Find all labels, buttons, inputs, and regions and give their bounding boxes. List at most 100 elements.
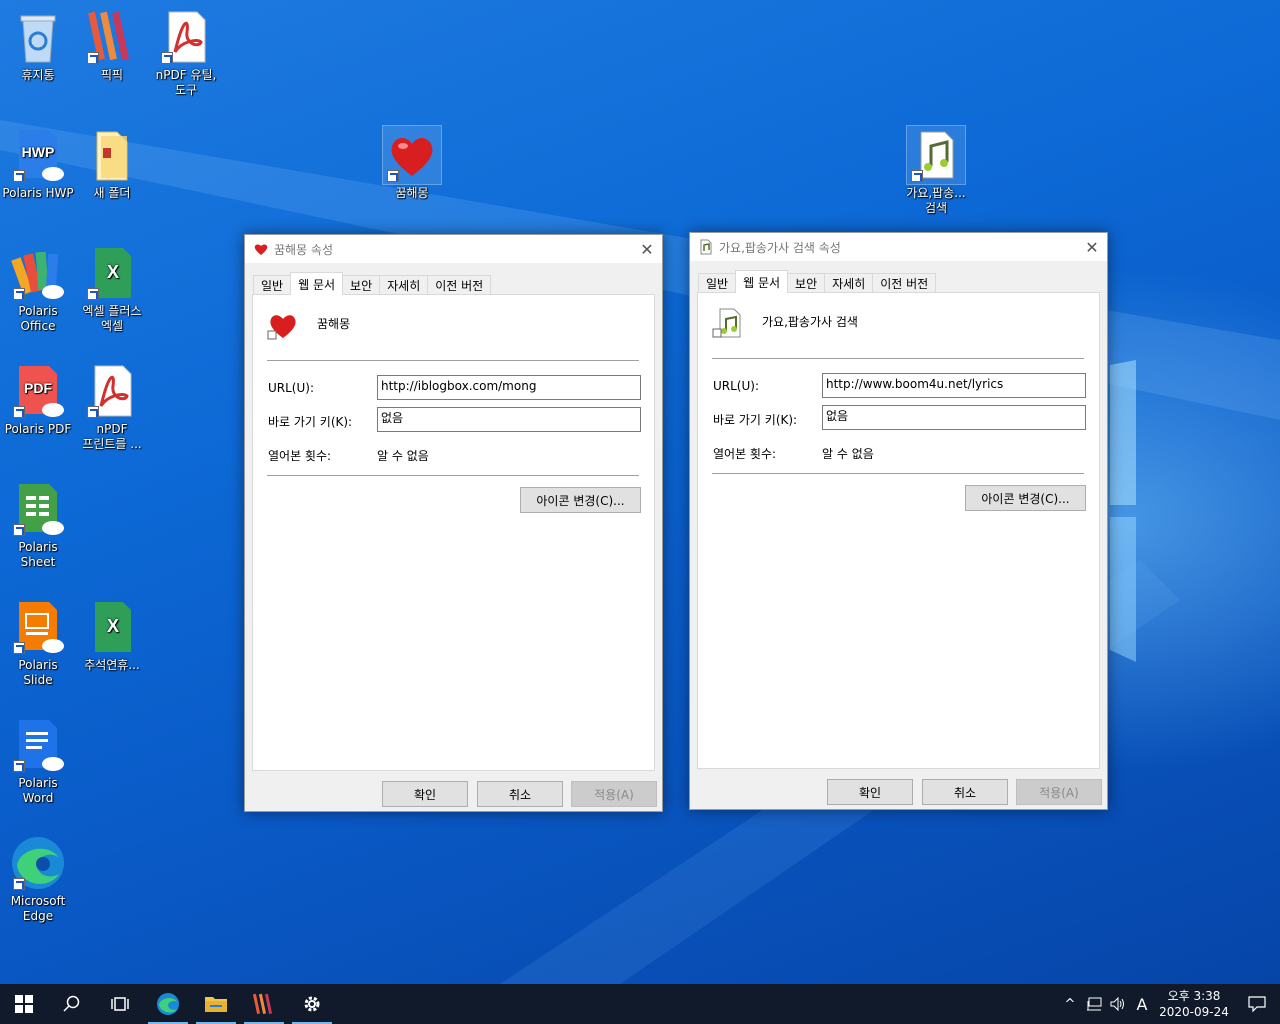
music-file-icon bbox=[700, 239, 712, 255]
ok-button[interactable]: 확인 bbox=[382, 781, 468, 807]
excel-file-icon: X bbox=[95, 602, 131, 652]
cancel-button[interactable]: 취소 bbox=[477, 781, 563, 807]
taskbar-settings[interactable] bbox=[288, 984, 336, 1024]
tab-web-document[interactable]: 웹 문서 bbox=[290, 272, 344, 295]
desktop-icon-polaris-word[interactable]: Polaris Word bbox=[2, 716, 74, 806]
heart-icon bbox=[254, 244, 268, 255]
dialog-title: 꿈해몽 속성 bbox=[274, 242, 334, 257]
tab-web-document[interactable]: 웹 문서 bbox=[735, 270, 789, 293]
windows-logo-icon bbox=[15, 995, 33, 1013]
show-hidden-icons-button[interactable]: ^ bbox=[1058, 997, 1082, 1012]
url-label: URL(U): bbox=[713, 379, 759, 393]
taskbar-edge[interactable] bbox=[144, 984, 192, 1024]
shortcut-name: 가요,팝송가사 검색 bbox=[762, 315, 858, 329]
tab-previous-versions[interactable]: 이전 버전 bbox=[872, 273, 937, 292]
network-icon bbox=[1087, 997, 1102, 1011]
desktop-icon-new-folder[interactable]: 새 폴더 bbox=[76, 126, 148, 201]
visits-value: 알 수 없음 bbox=[822, 447, 874, 461]
close-button[interactable]: ✕ bbox=[632, 235, 662, 263]
music-file-icon bbox=[712, 308, 741, 338]
visits-label: 열어본 횟수: bbox=[713, 447, 777, 461]
notification-icon bbox=[1248, 996, 1266, 1012]
url-input[interactable]: http://www.boom4u.net/lyrics bbox=[822, 373, 1086, 398]
desktop-icon-recycle-bin[interactable]: 휴지통 bbox=[2, 8, 74, 83]
dialog-titlebar[interactable]: 꿈해몽 속성 ✕ bbox=[245, 235, 662, 263]
url-input[interactable]: http://iblogbox.com/mong bbox=[377, 375, 641, 400]
chevron-up-icon: ^ bbox=[1064, 996, 1076, 1012]
desktop-icon-label: 가요,팝송... 검색 bbox=[906, 186, 966, 215]
tab-details[interactable]: 자세히 bbox=[824, 273, 874, 292]
close-icon: ✕ bbox=[1085, 237, 1099, 257]
dialog-titlebar[interactable]: 가요,팝송가사 검색 속성 ✕ bbox=[690, 233, 1107, 261]
desktop-icon-label: nPDF 유틸,도구 bbox=[155, 68, 217, 97]
desktop-icon-polaris-sheet[interactable]: Polaris Sheet bbox=[2, 480, 74, 570]
tab-details[interactable]: 자세히 bbox=[379, 275, 429, 294]
properties-dialog-dream[interactable]: 꿈해몽 속성 ✕ 일반 웹 문서 보안 자세히 이전 버전 꿈해몽 URL(U)… bbox=[244, 234, 663, 812]
cancel-button[interactable]: 취소 bbox=[922, 779, 1008, 805]
tab-security[interactable]: 보안 bbox=[342, 275, 381, 294]
desktop-icon-polaris-hwp[interactable]: HWP Polaris HWP bbox=[2, 126, 74, 201]
clock[interactable]: 오후 3:38 2020-09-24 bbox=[1154, 988, 1234, 1020]
close-button[interactable]: ✕ bbox=[1077, 233, 1107, 261]
desktop-icon-lyrics[interactable]: 가요,팝송... 검색 bbox=[900, 125, 972, 216]
url-label: URL(U): bbox=[268, 381, 314, 395]
desktop-icon-npdf-print[interactable]: nPDF 프린트를 ... bbox=[76, 362, 148, 452]
picpick-icon bbox=[252, 993, 273, 1014]
shortcut-key-input[interactable]: 없음 bbox=[377, 407, 641, 432]
desktop-icon-polaris-slide[interactable]: Polaris Slide bbox=[2, 598, 74, 688]
tab-general[interactable]: 일반 bbox=[698, 273, 737, 292]
task-view-icon bbox=[111, 997, 129, 1011]
shortcut-key-label: 바로 가기 키(K): bbox=[713, 413, 798, 427]
desktop-icon-label: 휴지통 bbox=[21, 68, 55, 82]
start-button[interactable] bbox=[0, 984, 48, 1024]
task-view-button[interactable] bbox=[96, 984, 144, 1024]
desktop-icon-excel-plus[interactable]: X 엑셀 플러스 엑셀 bbox=[76, 244, 148, 334]
visits-value: 알 수 없음 bbox=[377, 449, 429, 463]
ok-button[interactable]: 확인 bbox=[827, 779, 913, 805]
tab-security[interactable]: 보안 bbox=[787, 273, 826, 292]
visits-label: 열어본 횟수: bbox=[268, 449, 332, 463]
change-icon-button[interactable]: 아이콘 변경(C)... bbox=[965, 485, 1086, 511]
tab-previous-versions[interactable]: 이전 버전 bbox=[427, 275, 492, 294]
shortcut-key-input[interactable]: 없음 bbox=[822, 405, 1086, 430]
desktop-icon-npdf-util[interactable]: nPDF 유틸,도구 bbox=[150, 8, 222, 98]
clock-date: 2020-09-24 bbox=[1159, 1005, 1229, 1019]
divider bbox=[267, 360, 639, 361]
desktop-icon-chuseok[interactable]: X 추석연휴... bbox=[76, 598, 148, 673]
desktop-icon-microsoft-edge[interactable]: Microsoft Edge bbox=[2, 834, 74, 924]
heart-icon bbox=[267, 315, 296, 340]
taskbar-picpick[interactable] bbox=[240, 984, 288, 1024]
network-button[interactable] bbox=[1082, 997, 1106, 1011]
shortcut-name: 꿈해몽 bbox=[317, 317, 351, 331]
tab-panel: 꿈해몽 URL(U): http://iblogbox.com/mong 바로 … bbox=[252, 294, 655, 771]
taskbar-file-explorer[interactable] bbox=[192, 984, 240, 1024]
desktop-icon-dream[interactable]: 꿈해몽 bbox=[376, 125, 448, 201]
apply-button[interactable]: 적용(A) bbox=[1016, 779, 1102, 805]
desktop-icon-label: Polaris Word bbox=[18, 776, 58, 805]
tab-panel: 가요,팝송가사 검색 URL(U): http://www.boom4u.net… bbox=[697, 292, 1100, 769]
apply-button[interactable]: 적용(A) bbox=[571, 781, 657, 807]
desktop-icon-polaris-office[interactable]: Polaris Office bbox=[2, 244, 74, 334]
tab-general[interactable]: 일반 bbox=[253, 275, 292, 294]
svg-text:PDF: PDF bbox=[24, 380, 52, 396]
desktop-icon-label: Polaris Sheet bbox=[18, 540, 58, 569]
folder-icon bbox=[205, 997, 227, 1012]
desktop-icon-picpick[interactable]: 픽픽 bbox=[76, 8, 148, 83]
notification-center-button[interactable] bbox=[1234, 996, 1280, 1012]
clock-time: 오후 3:38 bbox=[1167, 989, 1221, 1003]
properties-dialog-lyrics[interactable]: 가요,팝송가사 검색 속성 ✕ 일반 웹 문서 보안 자세히 이전 버전 가요,… bbox=[689, 232, 1108, 810]
search-button[interactable] bbox=[48, 984, 96, 1024]
change-icon-button[interactable]: 아이콘 변경(C)... bbox=[520, 487, 641, 513]
desktop-icon-label: Polaris HWP bbox=[2, 186, 74, 200]
volume-button[interactable] bbox=[1106, 997, 1130, 1011]
input-method-indicator[interactable]: A bbox=[1130, 995, 1154, 1014]
tab-strip: 일반 웹 문서 보안 자세히 이전 버전 bbox=[698, 270, 937, 293]
svg-text:X: X bbox=[107, 262, 119, 282]
close-icon: ✕ bbox=[640, 239, 654, 259]
divider bbox=[267, 475, 639, 476]
desktop-icon-polaris-pdf[interactable]: PDF Polaris PDF bbox=[2, 362, 74, 437]
desktop-icon-label: nPDF 프린트를 ... bbox=[82, 422, 142, 451]
desktop-icon-label: Polaris Slide bbox=[18, 658, 58, 687]
desktop-icon-label: 꿈해몽 bbox=[395, 186, 429, 200]
edge-icon bbox=[157, 993, 179, 1015]
